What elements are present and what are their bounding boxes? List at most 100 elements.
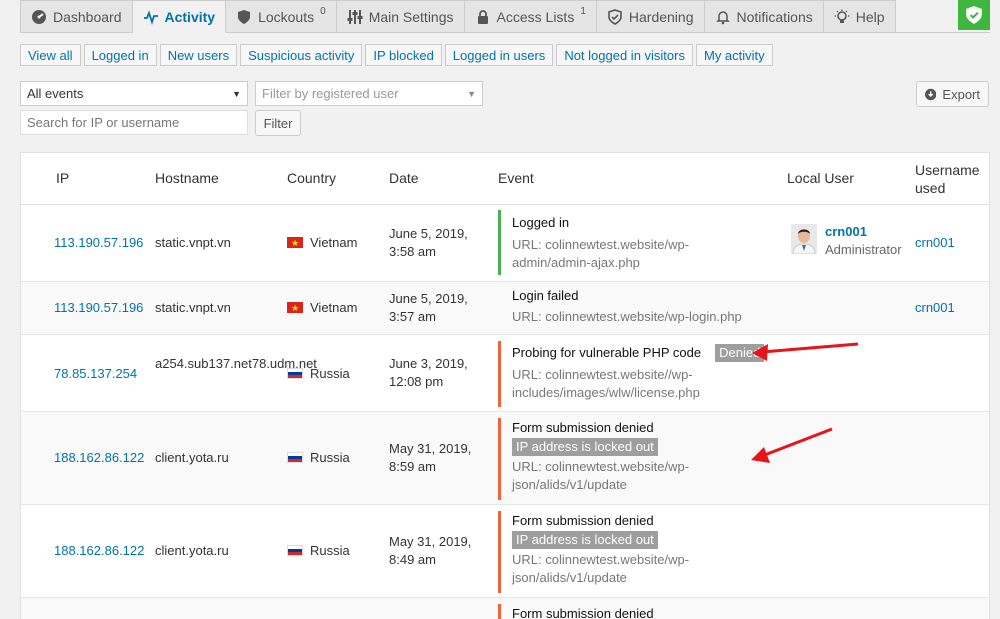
header-ip[interactable]: IP	[56, 170, 69, 186]
lockouts-count: 0	[320, 6, 326, 17]
tab-label: Notifications	[736, 8, 813, 25]
tab-dashboard[interactable]: Dashboard	[20, 0, 133, 33]
tab-label: Lockouts	[258, 8, 315, 25]
country: Vietnam	[287, 299, 357, 317]
filter-new-users[interactable]: New users	[159, 44, 238, 66]
filter-ip-blocked[interactable]: IP blocked	[365, 44, 442, 66]
tab-activity[interactable]: Activity	[132, 0, 227, 33]
event-url: URL: colinnewtest.website/wp-admin/admin…	[512, 237, 690, 270]
country-name: Russia	[310, 543, 350, 558]
country-name: Vietnam	[310, 300, 358, 315]
local-user: crn001 Administrator	[825, 223, 902, 259]
search-input[interactable]: Search for IP or username	[20, 110, 248, 135]
event-date: June 3, 2019, 12:08 pm	[389, 356, 468, 389]
filter-my-activity[interactable]: My activity	[695, 44, 773, 66]
header-event[interactable]: Event	[498, 170, 534, 186]
country-name: Russia	[310, 450, 350, 465]
country-name: Russia	[310, 366, 350, 381]
header-hostname[interactable]: Hostname	[155, 170, 219, 186]
user-role: Administrator	[825, 242, 902, 257]
tab-main-settings[interactable]: Main Settings	[336, 0, 465, 33]
tab-help[interactable]: Help	[823, 0, 896, 33]
event-url: URL: colinnewtest.website/wp-login.php	[512, 309, 742, 324]
brand-badge[interactable]	[958, 0, 990, 30]
filter-logged-in[interactable]: Logged in	[83, 44, 157, 66]
tab-label: Hardening	[628, 8, 694, 25]
filter-view-all[interactable]: View all	[20, 44, 81, 66]
export-button[interactable]: Export	[916, 81, 989, 107]
filter-button[interactable]: Filter	[255, 110, 301, 136]
ip-link[interactable]: 78.85.137.254	[54, 365, 137, 383]
user-filter-placeholder: Filter by registered user	[262, 86, 399, 101]
status-badge: Denied	[715, 344, 765, 362]
table-row: 78.85.137.254 a254.sub137.net78.udm.net …	[21, 335, 989, 412]
activity-filter-links: View all Logged in New users Suspicious …	[20, 44, 773, 66]
activity-table: IP Hostname Country Date Event Local Use…	[20, 152, 990, 619]
event-title: Form submission denied	[512, 513, 654, 528]
table-header: IP Hostname Country Date Event Local Use…	[21, 153, 989, 205]
filter-suspicious-activity[interactable]: Suspicious activity	[240, 44, 363, 66]
table-row: 188.162.86.122 client.yota.ru Russia May…	[21, 412, 989, 505]
bell-icon	[715, 10, 730, 24]
access-lists-count: 1	[580, 6, 586, 17]
russia-flag-icon	[287, 368, 303, 379]
header-date[interactable]: Date	[389, 170, 419, 186]
local-user-link[interactable]: crn001	[825, 223, 902, 241]
ip-link[interactable]: 113.190.57.196	[54, 234, 143, 252]
country: Vietnam	[287, 234, 357, 252]
table-row: 113.190.57.196 static.vnpt.vn Vietnam Ju…	[21, 205, 989, 282]
country-name: Vietnam	[310, 235, 358, 250]
username-link[interactable]: crn001	[915, 299, 955, 317]
dropdown-arrow-icon: ▼	[232, 88, 241, 99]
tab-notifications[interactable]: Notifications	[704, 0, 824, 33]
filter-button-label: Filter	[263, 115, 293, 131]
avatar	[791, 224, 817, 254]
table-row: 113.190.57.196 static.vnpt.vn Vietnam Ju…	[21, 282, 989, 335]
header-country[interactable]: Country	[287, 170, 336, 186]
tab-label: Access Lists	[496, 8, 575, 25]
tab-access-lists[interactable]: Access Lists 1	[464, 0, 597, 33]
event-date: June 5, 2019, 3:57 am	[389, 291, 468, 324]
event-title: Login failed	[512, 288, 579, 303]
hostname: static.vnpt.vn	[155, 300, 231, 315]
tab-lockouts[interactable]: Lockouts 0	[226, 0, 337, 33]
shield-check-icon	[608, 8, 622, 25]
event-title: Probing for vulnerable PHP code Denied	[512, 344, 770, 362]
lock-icon	[477, 9, 488, 24]
hostname: client.yota.ru	[155, 543, 229, 558]
ip-link[interactable]: 188.162.86.122	[54, 449, 144, 467]
header-username-used[interactable]: Username used	[915, 161, 981, 197]
filter-not-logged-in-visitors[interactable]: Not logged in visitors	[556, 44, 693, 66]
lightbulb-icon	[834, 9, 850, 23]
table-row: 188.162.86.122 client.yota.ru Russia May…	[21, 505, 989, 598]
event-url: URL: colinnewtest.website/wp-json/alids/…	[512, 552, 690, 585]
tab-label: Dashboard	[53, 8, 122, 25]
country: Russia	[287, 449, 350, 467]
ip-link[interactable]: 188.162.86.122	[54, 542, 144, 560]
ip-link[interactable]: 113.190.57.196	[54, 299, 143, 317]
download-icon	[925, 88, 937, 100]
dropdown-arrow-icon: ▼	[467, 88, 476, 99]
event-url: URL: colinnewtest.website//wp-includes/i…	[512, 367, 700, 400]
shield-icon	[238, 9, 251, 24]
dashboard-icon	[32, 9, 46, 24]
header-local-user[interactable]: Local User	[787, 170, 854, 186]
event-cell: Form submission denied IP address is loc…	[498, 418, 752, 500]
hostname: client.yota.ru	[155, 450, 229, 465]
tab-hardening[interactable]: Hardening	[596, 0, 705, 33]
event-date: May 31, 2019, 8:49 am	[389, 534, 472, 567]
country: Russia	[287, 365, 350, 383]
export-button-label: Export	[942, 86, 980, 102]
user-filter-select[interactable]: Filter by registered user ▼	[255, 81, 483, 106]
filter-logged-in-users[interactable]: Logged in users	[444, 44, 554, 66]
status-badge: IP address is locked out	[512, 531, 658, 549]
tab-label: Activity	[164, 8, 216, 25]
vietnam-flag-icon	[287, 299, 303, 317]
tab-label: Help	[855, 8, 885, 25]
username-link[interactable]: crn001	[915, 234, 955, 252]
event-cell: Form submission denied	[498, 604, 654, 619]
hostname: a254.sub137.net78.udm.net	[155, 356, 317, 371]
event-cell: Form submission denied IP address is loc…	[498, 511, 752, 593]
main-tabs: Dashboard Activity Lockouts 0 Main Settin…	[20, 0, 896, 33]
events-select[interactable]: All events ▼	[20, 81, 248, 106]
